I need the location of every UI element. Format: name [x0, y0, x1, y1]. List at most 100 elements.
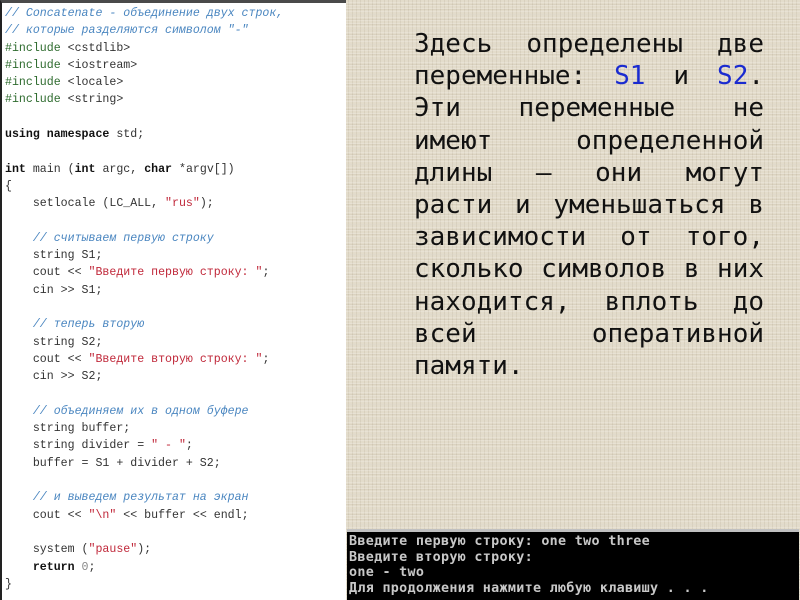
code-line: string divider = " - "; [2, 437, 346, 454]
code-line: // и выведем результат на экран [2, 489, 346, 506]
explanation-line: зависимости от того, [414, 221, 764, 253]
code-token-plain: } [5, 577, 12, 591]
code-token-pre: #include [5, 93, 68, 107]
code-token-pre: #include [5, 76, 68, 90]
code-token-plain: ); [199, 197, 214, 211]
code-token-plain: <string> [67, 93, 124, 107]
code-line: #include <cstdlib> [2, 40, 346, 57]
code-line: buffer = S1 + divider + S2; [2, 455, 346, 472]
code-token-comment: // и выведем результат на экран [5, 491, 249, 505]
code-line: cin >> S2; [2, 368, 346, 385]
console-line: Для продолжения нажмите любую клавишу . … [349, 580, 709, 596]
explanation-line: длины – они могут [414, 157, 764, 189]
code-line: // теперь вторую [2, 316, 346, 333]
code-token-kw: using namespace [5, 128, 117, 142]
variable-name: S2 [717, 61, 749, 92]
code-token-plain: main ( [32, 162, 75, 176]
code-token-plain: { [5, 179, 12, 193]
explanation-line: Здесь определены две [414, 28, 764, 60]
code-token-plain: buffer = S1 + divider + S2; [5, 456, 221, 470]
code-token-plain: ; [185, 439, 193, 453]
code-line: #include <locale> [2, 74, 346, 91]
explanation-line: переменные: S1 и S2. [414, 60, 764, 92]
code-line: // объединяем их в одном буфере [2, 403, 346, 420]
code-token-comment: // считываем первую строку [5, 231, 214, 245]
code-line: using namespace std; [2, 126, 346, 143]
explanation-line: находится, вплоть до [414, 286, 764, 318]
code-line: cout << "\n" << buffer << endl; [2, 507, 346, 524]
code-token-kw: int [5, 162, 33, 176]
text-segment: . [748, 61, 765, 92]
explanation-line: памяти. [414, 350, 764, 382]
code-line: cout << "Введите вторую строку: "; [2, 351, 346, 368]
code-token-str: "Введите вторую строку: " [88, 352, 263, 366]
text-segment: зависимости от того, [414, 222, 764, 253]
code-token-plain: cin >> S2; [5, 370, 103, 384]
explanation-line: имеют определенной [414, 125, 764, 157]
code-token-pre: #include [5, 41, 68, 55]
code-token-plain: << buffer << endl; [116, 508, 249, 522]
text-segment: находится, вплоть до [414, 286, 764, 317]
code-line: cin >> S1; [2, 282, 346, 299]
explanation-line: Эти переменные не [414, 92, 764, 124]
code-token-str: "Введите первую строку: " [88, 266, 263, 280]
code-line: string S1; [2, 247, 346, 264]
text-segment: расти и уменьшаться в [414, 189, 764, 220]
code-token-str: "rus" [165, 197, 200, 211]
code-token-plain: cin >> S1; [5, 283, 103, 297]
code-line: int main (int argc, char *argv[]) [2, 161, 346, 178]
code-token-comment: // теперь вторую [5, 318, 145, 332]
code-line: #include <string> [2, 91, 346, 108]
text-segment: имеют определенной [414, 125, 764, 156]
code-token-plain: cout << [5, 352, 89, 366]
code-line: } [2, 576, 346, 593]
explanation-text: Здесь определены две переменные: S1 и S2.… [414, 28, 764, 382]
code-token-plain: ; [88, 560, 96, 574]
code-token-comment: // которые разделяются символом "-" [5, 24, 249, 38]
code-line: cout << "Введите первую строку: "; [2, 264, 346, 281]
console-line: one - two [349, 565, 425, 580]
code-line: return 0; [2, 559, 346, 576]
console-line: Введите первую строку: one two three [349, 534, 651, 549]
code-token-kw: char [144, 162, 179, 176]
text-segment: Эти переменные не [414, 93, 764, 124]
text-segment: длины – они могут [414, 157, 764, 188]
console-output-window: Введите первую строку: one two three Введ… [347, 529, 799, 600]
code-token-plain: string divider = [5, 439, 152, 453]
code-line: setlocale (LC_ALL, "rus"); [2, 195, 346, 212]
code-token-str: "\n" [88, 508, 117, 522]
code-token-plain: string S2; [5, 335, 103, 349]
code-line: // Concatenate - объединение двух строк, [2, 5, 346, 22]
code-token-comment: // объединяем их в одном буфере [5, 404, 249, 418]
code-token-num: 0 [81, 560, 89, 574]
code-token-pre: #include [5, 58, 68, 72]
text-segment: сколько символов в них [414, 254, 764, 285]
code-line: // которые разделяются символом "-" [2, 22, 346, 39]
code-token-plain: argc, [102, 162, 145, 176]
code-line: string S2; [2, 334, 346, 351]
code-token-plain: system ( [5, 543, 89, 557]
code-token-plain: <iostream> [67, 58, 138, 72]
code-token-plain: cout << [5, 266, 89, 280]
code-token-plain: <cstdlib> [67, 41, 131, 55]
code-line: { [2, 178, 346, 195]
code-line: system ("pause"); [2, 541, 346, 558]
code-line: string buffer; [2, 420, 346, 437]
code-token-plain: std; [116, 128, 145, 142]
code-token-kw: int [74, 162, 103, 176]
text-segment: памяти. [414, 350, 524, 381]
code-token-plain: setlocale (LC_ALL, [5, 197, 166, 211]
text-segment: и [645, 61, 718, 92]
code-token-plain: ; [262, 266, 270, 280]
variable-name: S1 [614, 61, 646, 92]
code-token-comment: // Concatenate - объединение двух строк, [5, 7, 284, 20]
text-segment: переменные: [414, 61, 615, 92]
code-token-plain: string S1; [5, 249, 103, 263]
